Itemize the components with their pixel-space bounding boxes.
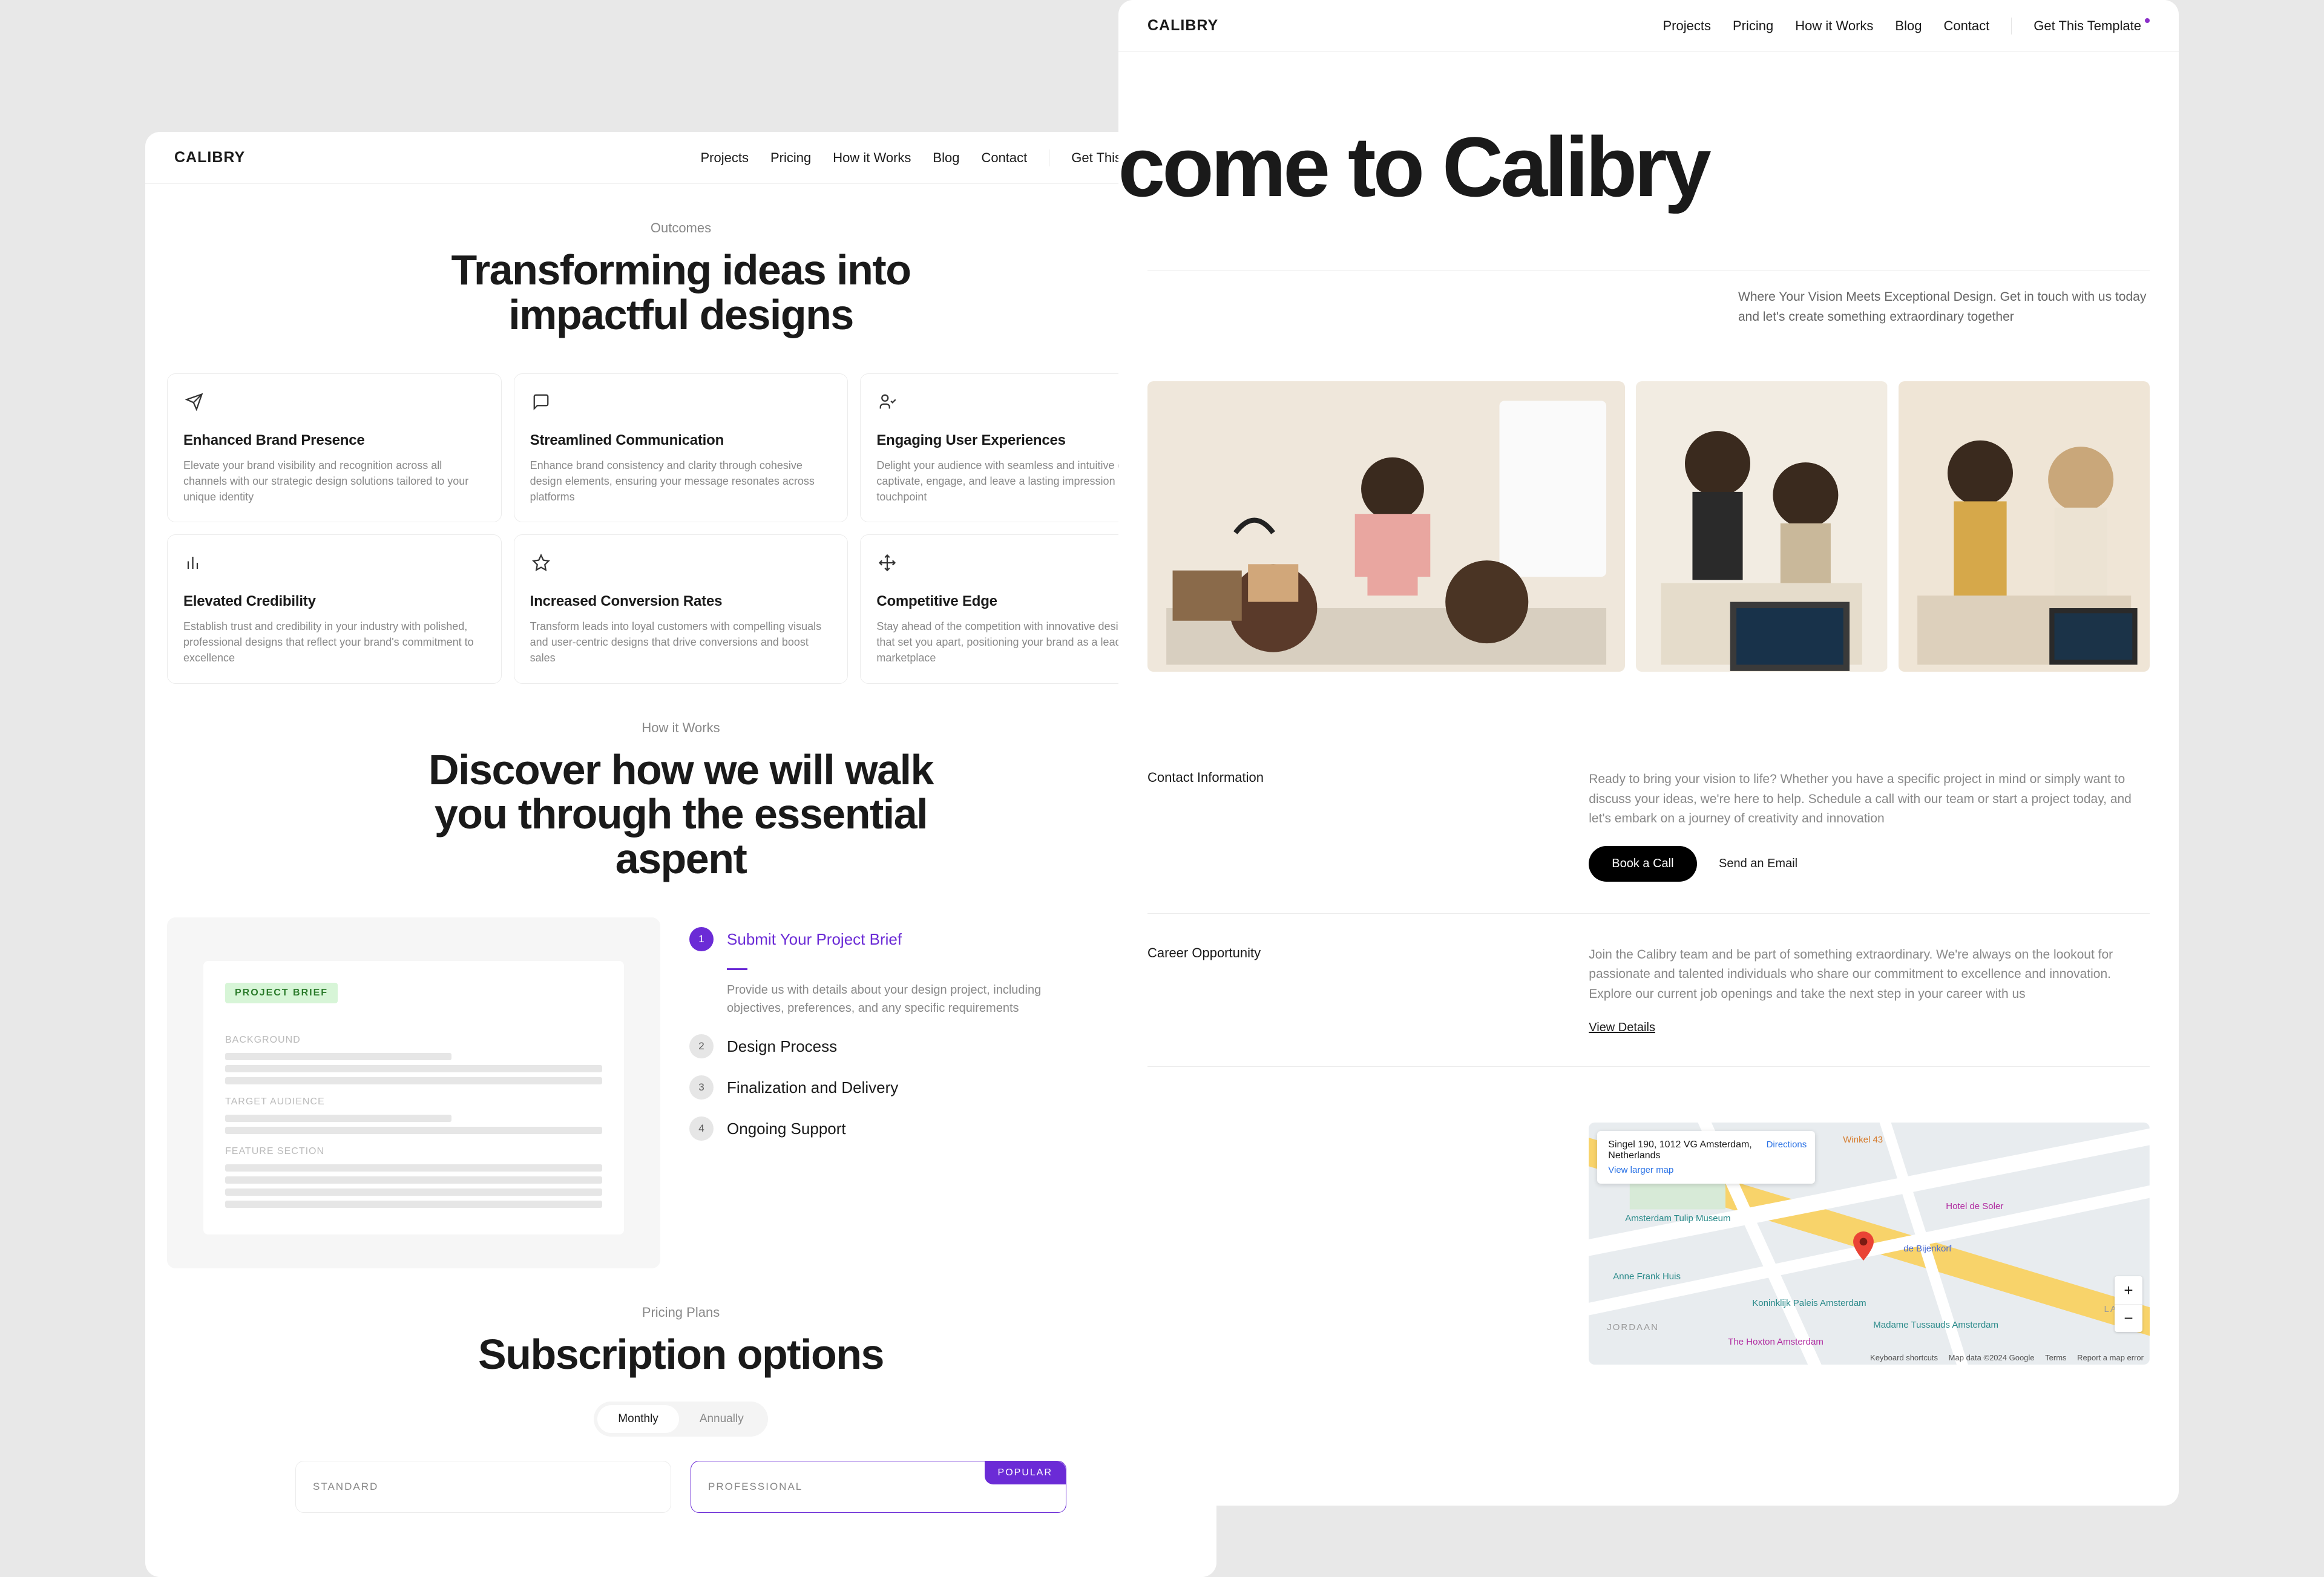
tile-body: Enhance brand consistency and clarity th… bbox=[530, 457, 832, 505]
nav-cta[interactable]: Get This Template bbox=[2034, 18, 2150, 34]
step-number: 3 bbox=[689, 1075, 714, 1100]
nav-projects[interactable]: Projects bbox=[1663, 18, 1711, 34]
brief-tag: PROJECT BRIEF bbox=[225, 983, 338, 1003]
tile-brand-presence: Enhanced Brand Presence Elevate your bra… bbox=[167, 373, 502, 522]
map-directions[interactable]: Directions bbox=[1767, 1139, 1807, 1150]
brief-label: TARGET AUDIENCE bbox=[225, 1097, 602, 1107]
nav-pricing[interactable]: Pricing bbox=[1733, 18, 1773, 34]
tile-title: Increased Conversion Rates bbox=[530, 593, 832, 610]
contact-label: Contact Information bbox=[1147, 770, 1528, 785]
send-icon bbox=[183, 391, 205, 413]
nav-contact[interactable]: Contact bbox=[1943, 18, 1989, 34]
bar-chart-icon bbox=[183, 552, 205, 574]
gallery-image-1 bbox=[1147, 381, 1625, 672]
step-number: 2 bbox=[689, 1034, 714, 1058]
nav-how[interactable]: How it Works bbox=[833, 150, 911, 166]
contact-body: Ready to bring your vision to life? Whet… bbox=[1589, 770, 2150, 829]
step-title: Design Process bbox=[727, 1037, 837, 1056]
outcomes-heading: Transforming ideas into impactful design… bbox=[174, 248, 1187, 337]
step-number: 4 bbox=[689, 1116, 714, 1141]
map-label: Hotel de Soler bbox=[1946, 1201, 2003, 1211]
send-email-link[interactable]: Send an Email bbox=[1719, 857, 1797, 870]
map-view-larger[interactable]: View larger map bbox=[1608, 1165, 1804, 1175]
tile-title: Streamlined Communication bbox=[530, 432, 832, 449]
book-call-button[interactable]: Book a Call bbox=[1589, 846, 1696, 882]
nav-contact[interactable]: Contact bbox=[981, 150, 1027, 166]
hero-heading: Welcome to Calibry bbox=[1118, 125, 2150, 209]
tile-communication: Streamlined Communication Enhance brand … bbox=[514, 373, 849, 522]
tile-body: Transform leads into loyal customers wit… bbox=[530, 618, 832, 666]
nav-blog[interactable]: Blog bbox=[1895, 18, 1922, 34]
tile-body: Establish trust and credibility in your … bbox=[183, 618, 485, 666]
message-icon bbox=[530, 391, 552, 413]
nav-projects[interactable]: Projects bbox=[701, 150, 749, 166]
pricing-heading: Subscription options bbox=[174, 1333, 1187, 1377]
map-label: de Bijenkorf bbox=[1903, 1244, 1951, 1254]
toggle-monthly[interactable]: Monthly bbox=[597, 1405, 679, 1433]
nav-how[interactable]: How it Works bbox=[1795, 18, 1873, 34]
toggle-annually[interactable]: Annually bbox=[679, 1405, 764, 1433]
popular-badge: POPULAR bbox=[985, 1461, 1066, 1484]
brief-preview: PROJECT BRIEF BACKGROUND TARGET AUDIENCE… bbox=[167, 917, 660, 1268]
brief-label: FEATURE SECTION bbox=[225, 1146, 602, 1157]
map-label: Madame Tussauds Amsterdam bbox=[1873, 1320, 1998, 1330]
tile-title: Elevated Credibility bbox=[183, 593, 485, 610]
step-title: Finalization and Delivery bbox=[727, 1078, 898, 1097]
tile-credibility: Elevated Credibility Establish trust and… bbox=[167, 534, 502, 683]
map-zoom[interactable]: + − bbox=[2115, 1276, 2142, 1332]
plan-name: STANDARD bbox=[313, 1481, 654, 1493]
tile-conversion: Increased Conversion Rates Transform lea… bbox=[514, 534, 849, 683]
step-title: Ongoing Support bbox=[727, 1120, 846, 1138]
view-details-link[interactable]: View Details bbox=[1589, 1021, 1655, 1034]
map-pin-icon bbox=[1853, 1231, 1874, 1264]
tile-body: Elevate your brand visibility and recogn… bbox=[183, 457, 485, 505]
brief-label: BACKGROUND bbox=[225, 1035, 602, 1046]
pricing-eyebrow: Pricing Plans bbox=[174, 1305, 1187, 1320]
map-label: Winkel 43 bbox=[1843, 1135, 1883, 1145]
step-body: Provide us with details about your desig… bbox=[727, 981, 1066, 1017]
map-label: Koninklijk Paleis Amsterdam bbox=[1752, 1298, 1866, 1308]
plan-professional[interactable]: POPULAR PROFESSIONAL bbox=[691, 1461, 1066, 1513]
tile-title: Enhanced Brand Presence bbox=[183, 432, 485, 449]
map-label: Anne Frank Huis bbox=[1613, 1271, 1681, 1282]
plan-standard[interactable]: STANDARD bbox=[295, 1461, 671, 1513]
star-icon bbox=[530, 552, 552, 574]
career-label: Career Opportunity bbox=[1147, 945, 1528, 961]
user-check-icon bbox=[876, 391, 898, 413]
gallery-image-2 bbox=[1636, 381, 1887, 672]
logo[interactable]: CALIBRY bbox=[174, 149, 245, 166]
logo[interactable]: CALIBRY bbox=[1147, 17, 1218, 34]
career-body: Join the Calibry team and be part of som… bbox=[1589, 945, 2150, 1005]
nav-separator bbox=[2011, 18, 2012, 34]
move-icon bbox=[876, 552, 898, 574]
nav-blog[interactable]: Blog bbox=[933, 150, 959, 166]
map-footer: Keyboard shortcuts Map data ©2024 Google… bbox=[1862, 1353, 2144, 1362]
map[interactable]: Singel 190, 1012 VG Amsterdam, Netherlan… bbox=[1589, 1123, 2150, 1365]
step-underline bbox=[727, 968, 747, 970]
map-label: The Hoxton Amsterdam bbox=[1728, 1337, 1823, 1347]
zoom-in[interactable]: + bbox=[2115, 1276, 2142, 1304]
map-label: JORDAAN bbox=[1607, 1322, 1659, 1333]
how-eyebrow: How it Works bbox=[174, 720, 1187, 736]
map-infobox: Singel 190, 1012 VG Amsterdam, Netherlan… bbox=[1597, 1131, 1815, 1184]
hero-intro: Where Your Vision Meets Exceptional Desi… bbox=[1738, 287, 2150, 327]
outcomes-eyebrow: Outcomes bbox=[174, 220, 1187, 236]
pricing-toggle[interactable]: Monthly Annually bbox=[594, 1402, 767, 1437]
nav-pricing[interactable]: Pricing bbox=[770, 150, 811, 166]
zoom-out[interactable]: − bbox=[2115, 1304, 2142, 1332]
how-heading: Discover how we will walk you through th… bbox=[174, 748, 1187, 882]
step-title: Submit Your Project Brief bbox=[727, 930, 902, 949]
gallery-image-3 bbox=[1899, 381, 2150, 672]
map-label: Amsterdam Tulip Museum bbox=[1625, 1213, 1730, 1224]
step-number: 1 bbox=[689, 927, 714, 951]
